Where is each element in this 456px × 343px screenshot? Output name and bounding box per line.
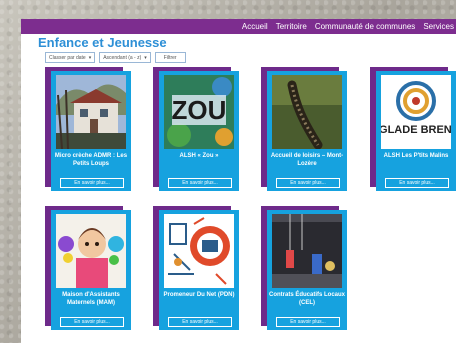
filter-button[interactable]: Filtrer (154, 52, 186, 63)
card-image-caterpillar (272, 75, 342, 149)
card-cel[interactable]: Contrats Éducatifs Locaux (CEL) En savoi… (261, 206, 347, 330)
order-select-value: Ascendant (a - z) (103, 54, 142, 61)
nav-communaute[interactable]: Communauté de communes (315, 22, 416, 31)
page-title: Enfance et Jeunesse (38, 35, 167, 50)
card-image-pdn-illustration (164, 214, 234, 288)
card-title: ALSH « Zou » (179, 153, 219, 159)
read-more-button[interactable]: En savoir plus... (385, 178, 449, 188)
card-title: Accueil de loisirs – Mont-Lozère (270, 153, 344, 167)
chevron-down-icon: ▾ (144, 54, 147, 61)
card-title: Promeneur Du Net (PDN) (163, 292, 235, 298)
card-micro-creche[interactable]: Micro crèche ADMR : Les Petits Loups En … (45, 67, 131, 191)
card-mont-lozere[interactable]: Accueil de loisirs – Mont-Lozère En savo… (261, 67, 347, 191)
card-image-zou-logo: ZOU (164, 75, 234, 149)
read-more-button[interactable]: En savoir plus... (276, 317, 340, 327)
card-image-child-painted-hands (56, 214, 126, 288)
card-title: ALSH Les P'tits Malins (383, 153, 449, 159)
read-more-button[interactable]: En savoir plus... (60, 178, 124, 188)
order-select[interactable]: Ascendant (a - z) ▾ (99, 52, 151, 63)
card-image-langlade-logo: LANGLADE BRENOUX (381, 75, 451, 149)
card-title: Contrats Éducatifs Locaux (CEL) (269, 292, 346, 306)
langlade-logo-text: LANGLADE BRENOUX (381, 124, 451, 136)
sort-select-value: Classer par date (49, 54, 86, 61)
page-container: Accueil Territoire Communauté de commune… (21, 19, 456, 343)
card-title: Micro crèche ADMR : Les Petits Loups (54, 153, 128, 167)
zou-logo-text: ZOU (172, 95, 227, 125)
card-title: Maison d'Assistants Maternels (MAM) (62, 292, 120, 306)
card-alsh-zou[interactable]: ZOU ALSH « Zou » En savoir plus... (153, 67, 239, 191)
nav-services[interactable]: Services (423, 22, 454, 31)
card-ptits-malins[interactable]: LANGLADE BRENOUX ALSH Les P'tits Malins … (370, 67, 456, 191)
read-more-button[interactable]: En savoir plus... (276, 178, 340, 188)
nav-territoire[interactable]: Territoire (276, 22, 307, 31)
filter-bar: Classer par date ▾ Ascendant (a - z) ▾ F… (45, 52, 186, 63)
card-promeneur-du-net[interactable]: Promeneur Du Net (PDN) En savoir plus... (153, 206, 239, 330)
top-navigation-bar: Accueil Territoire Communauté de commune… (21, 19, 456, 34)
sort-select[interactable]: Classer par date ▾ (45, 52, 96, 63)
read-more-button[interactable]: En savoir plus... (168, 317, 232, 327)
chevron-down-icon: ▾ (88, 54, 92, 61)
card-mam[interactable]: Maison d'Assistants Maternels (MAM) En s… (45, 206, 131, 330)
nav-accueil[interactable]: Accueil (242, 22, 268, 31)
card-image-daycare-building (56, 75, 126, 149)
read-more-button[interactable]: En savoir plus... (60, 317, 124, 327)
read-more-button[interactable]: En savoir plus... (168, 178, 232, 188)
card-image-gym-activity (272, 214, 342, 288)
